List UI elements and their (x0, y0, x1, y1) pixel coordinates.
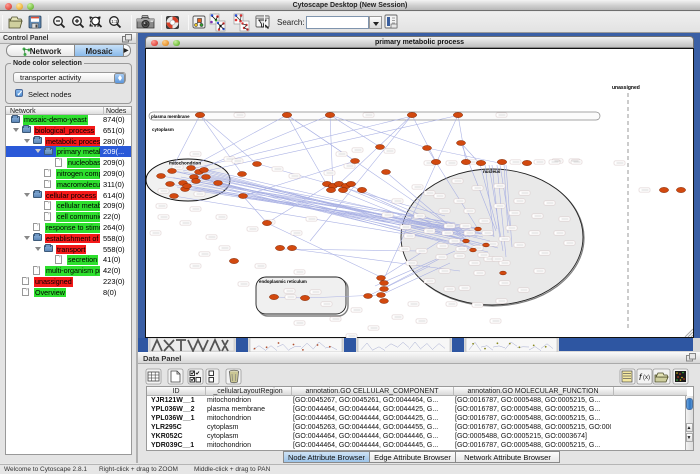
svg-text:cytoplasm: cytoplasm (152, 127, 174, 132)
svg-text:endoplasmic reticulum: endoplasmic reticulum (259, 279, 307, 284)
svg-text:nucleus: nucleus (483, 169, 501, 174)
svg-text:mitochondrion: mitochondrion (169, 161, 201, 166)
svg-text:plasma membrane: plasma membrane (151, 114, 190, 119)
svg-text:1:1: 1:1 (111, 19, 118, 24)
svg-text:unassigned: unassigned (612, 85, 640, 91)
svg-text:(x): (x) (643, 375, 650, 381)
